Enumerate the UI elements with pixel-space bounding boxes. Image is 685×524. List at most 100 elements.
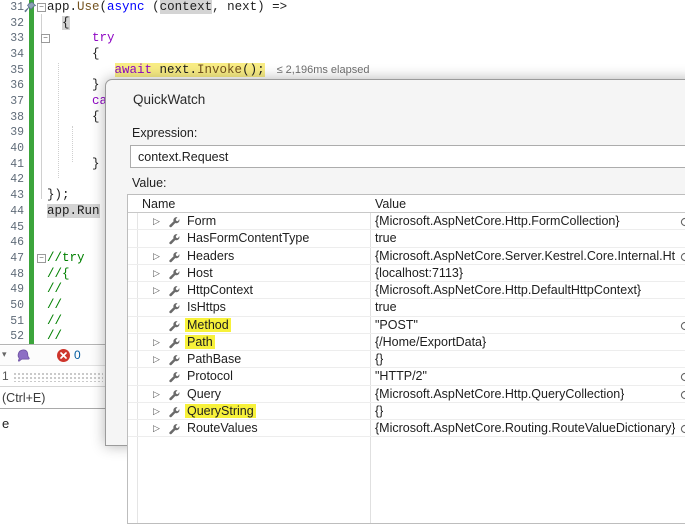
expand-chevron-icon[interactable]: ▷ [153, 285, 160, 295]
watch-row-querystring[interactable]: ▷ QueryString {} [128, 403, 685, 420]
property-wrench-icon [168, 389, 180, 401]
code-line[interactable]: }); [47, 188, 70, 204]
bottom-panel-fragment: ▾ 0 1 (Ctrl+E) e [0, 344, 106, 437]
property-wrench-icon [168, 216, 180, 228]
row-value: true [375, 231, 397, 246]
code-line[interactable]: app.Use(async (context, next) => [47, 0, 287, 16]
code-token: try [92, 31, 115, 46]
property-wrench-icon [168, 285, 180, 297]
search-box-fragment[interactable]: (Ctrl+E) [0, 388, 106, 409]
notification-bell-icon[interactable] [16, 348, 31, 363]
watch-row-form[interactable]: ▷ Form {Microsoft.AspNetCore.Http.FormColl… [128, 213, 685, 231]
grid-header: Name Value [128, 195, 685, 213]
line-number: 41 [10, 157, 24, 171]
fold-collapse-icon[interactable]: − [37, 3, 46, 12]
code-line[interactable]: } [47, 157, 100, 173]
code-token: // [47, 313, 63, 328]
watch-row-headers[interactable]: ▷ Headers {Microsoft.AspNetCore.Server.Kes… [128, 248, 685, 265]
magnifier-visualizer-icon[interactable] [680, 251, 685, 263]
watch-row-ishttps[interactable]: IsHttps true [128, 299, 685, 317]
expand-chevron-icon[interactable]: ▷ [153, 389, 160, 399]
line-number: 48 [10, 267, 24, 281]
magnifier-visualizer-icon[interactable] [680, 389, 685, 401]
watch-row-method[interactable]: Method "POST" [128, 317, 685, 334]
code-token: //{ [47, 266, 70, 281]
code-line[interactable]: await next.Invoke(); ≤ 2,196ms elapsed [47, 62, 370, 79]
row-name: Query [187, 386, 222, 401]
magnifier-visualizer-icon[interactable] [680, 320, 685, 332]
code-token: { [47, 47, 100, 62]
line-number: 34 [10, 48, 24, 62]
watch-row-path[interactable]: ▷ Path {/Home/ExportData} [128, 334, 685, 351]
fold-collapse-icon[interactable]: − [37, 253, 46, 263]
expand-chevron-icon[interactable]: ▷ [153, 423, 160, 433]
watch-row-host[interactable]: ▷ Host {localhost:7113} [128, 265, 685, 282]
row-value: true [375, 300, 397, 315]
row-name: Protocol [187, 369, 233, 384]
expand-chevron-icon[interactable]: ▷ [153, 216, 160, 226]
line-number: 31 [10, 1, 24, 14]
code-line[interactable]: // [47, 298, 62, 314]
code-line[interactable]: { [47, 15, 70, 32]
perf-tip[interactable]: ≤ 2,196ms elapsed [277, 64, 370, 76]
watch-row-routevalues[interactable]: ▷ RouteValues {Microsoft.AspNetCore.Routin… [128, 420, 685, 438]
watch-row-httpcontext[interactable]: ▷ HttpContext {Microsoft.AspNetCore.Http.D… [128, 282, 685, 300]
dropdown-arrow-icon[interactable]: ▾ [2, 349, 7, 360]
grip-tab-number: 1 [2, 369, 9, 383]
watch-row-pathbase[interactable]: ▷ PathBase {} [128, 351, 685, 369]
window-grip-row[interactable]: 1 [0, 367, 106, 387]
expression-label: Expression: [132, 126, 198, 140]
row-name: Method [185, 317, 231, 332]
code-token: // [47, 282, 63, 297]
occluded-content-row: e [0, 410, 106, 437]
magnifier-visualizer-icon[interactable] [680, 371, 685, 383]
code-token: } [47, 78, 100, 93]
code-line[interactable]: app.Run [47, 203, 100, 220]
code-line[interactable]: // [47, 282, 62, 298]
column-header-name[interactable]: Name [142, 197, 175, 211]
code-line[interactable]: } [47, 78, 100, 94]
code-token: await [114, 62, 153, 77]
row-name: Path [185, 334, 215, 349]
watch-row-hasformcontenttype[interactable]: HasFormContentType true [128, 230, 685, 248]
code-token: async [107, 0, 145, 14]
row-name: HasFormContentType [187, 231, 310, 246]
expand-chevron-icon[interactable]: ▷ [153, 251, 160, 261]
column-header-value[interactable]: Value [375, 197, 406, 211]
code-token: { [47, 109, 100, 124]
code-token: Invoke [197, 62, 243, 77]
code-token: }); [47, 188, 70, 203]
code-line[interactable]: //try [47, 251, 85, 267]
fold-collapse-icon[interactable]: − [41, 34, 50, 44]
code-line[interactable]: try [47, 31, 115, 47]
expand-chevron-icon[interactable]: ▷ [153, 406, 160, 416]
code-line[interactable]: { [47, 110, 100, 126]
watch-row-protocol[interactable]: Protocol "HTTP/2" [128, 368, 685, 386]
row-value: {} [375, 352, 384, 366]
expression-input[interactable] [130, 145, 685, 168]
code-line[interactable]: { [47, 47, 100, 63]
row-name: Headers [187, 248, 235, 263]
code-line[interactable]: // [47, 314, 62, 330]
drag-grip-dots[interactable] [13, 372, 103, 382]
magnifier-visualizer-icon[interactable] [680, 423, 685, 435]
property-wrench-icon [168, 337, 180, 349]
watch-value-grid[interactable]: Name Value ▷ Form {Microsoft.AspNetCore.Ht… [127, 194, 685, 524]
code-line[interactable]: //{ [47, 267, 70, 283]
expand-chevron-icon[interactable]: ▷ [153, 337, 160, 347]
code-line[interactable]: // [47, 329, 62, 345]
magnifier-visualizer-icon[interactable] [680, 216, 685, 228]
expand-chevron-icon[interactable]: ▷ [153, 268, 160, 278]
row-value: {Microsoft.AspNetCore.Http.QueryCollecti… [375, 386, 625, 401]
line-number: 38 [10, 110, 24, 124]
pin-icon[interactable] [23, 1, 38, 15]
line-number: 47 [10, 251, 24, 265]
watch-row-query[interactable]: ▷ Query {Microsoft.AspNetCore.Http.QueryCo… [128, 386, 685, 403]
code-token: next. [152, 62, 198, 77]
expand-chevron-icon[interactable]: ▷ [153, 354, 160, 364]
error-badge-icon[interactable] [57, 349, 70, 362]
row-name: PathBase [187, 352, 242, 366]
